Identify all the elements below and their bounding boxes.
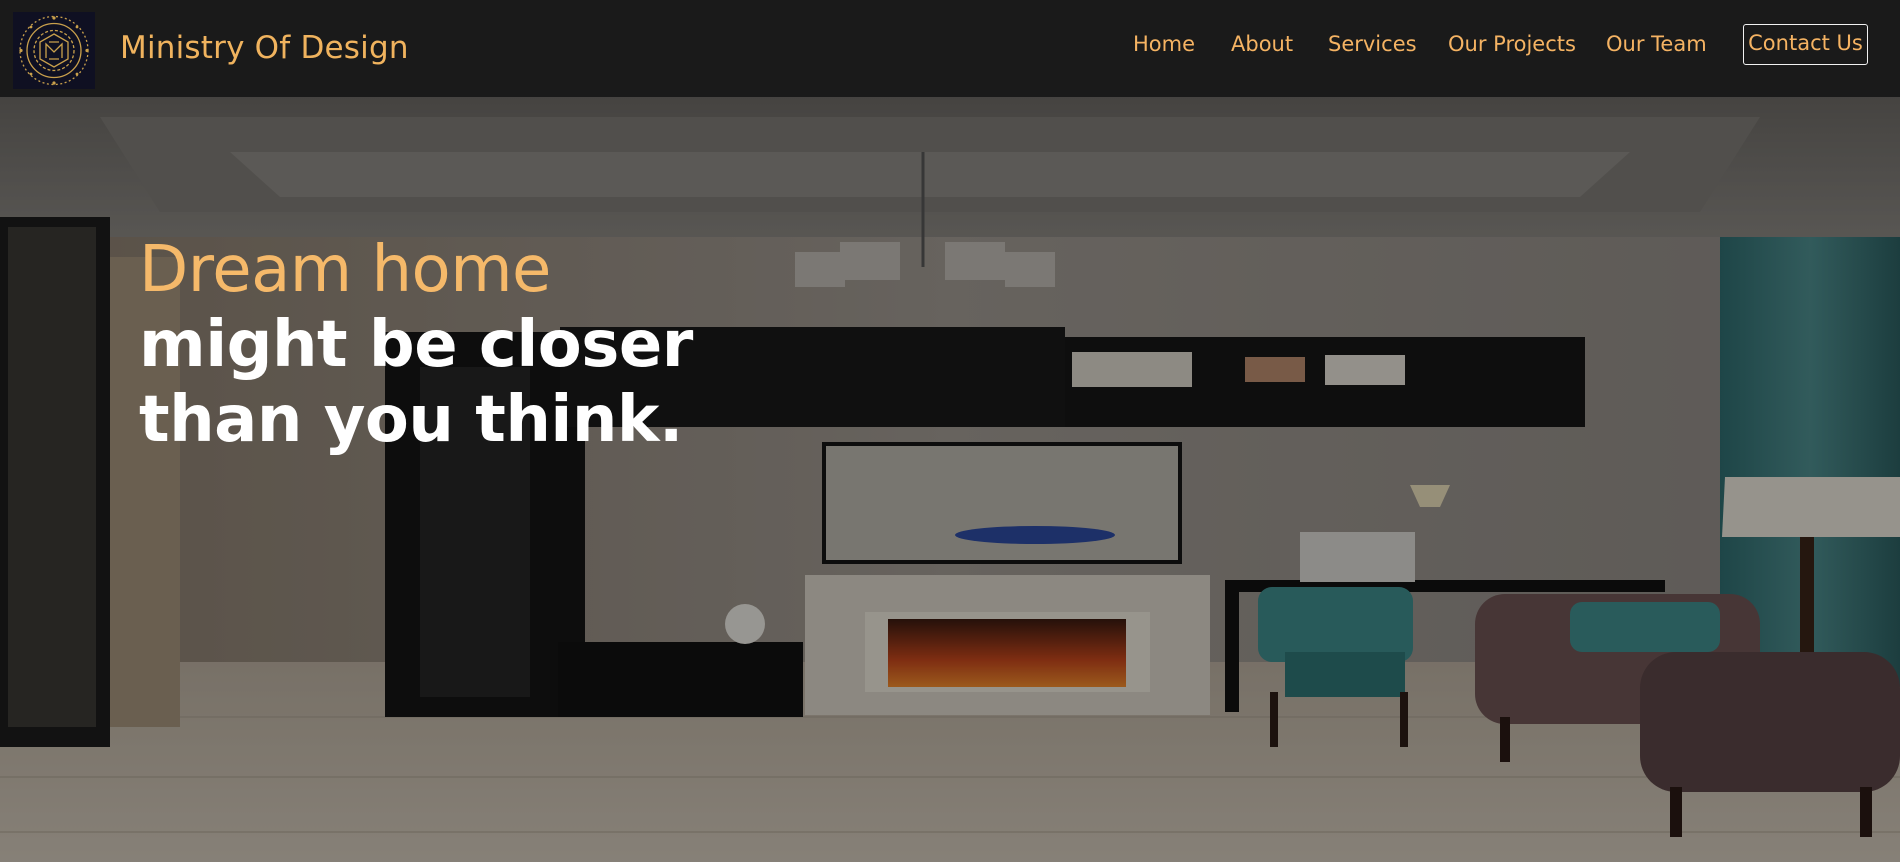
brand-name[interactable]: Ministry Of Design: [120, 30, 409, 66]
top-navbar: Ministry Of Design Home About Services O…: [0, 0, 1900, 97]
nav-link-our-team[interactable]: Our Team: [1606, 32, 1707, 56]
hero-headline-rest: might be closer than you think.: [139, 308, 693, 457]
md-monogram-logo-icon[interactable]: [13, 12, 95, 89]
nav-link-about[interactable]: About: [1231, 32, 1293, 56]
hero-headline: Dream home might be closer than you thin…: [139, 233, 779, 458]
hero-section: Dream home might be closer than you thin…: [0, 97, 1900, 865]
nav-link-services[interactable]: Services: [1328, 32, 1417, 56]
nav-link-home[interactable]: Home: [1133, 32, 1195, 56]
hero-dark-overlay: [0, 97, 1900, 865]
nav-link-our-projects[interactable]: Our Projects: [1448, 32, 1576, 56]
hero-headline-accent: Dream home: [139, 233, 551, 307]
contact-us-button[interactable]: Contact Us: [1743, 24, 1868, 65]
